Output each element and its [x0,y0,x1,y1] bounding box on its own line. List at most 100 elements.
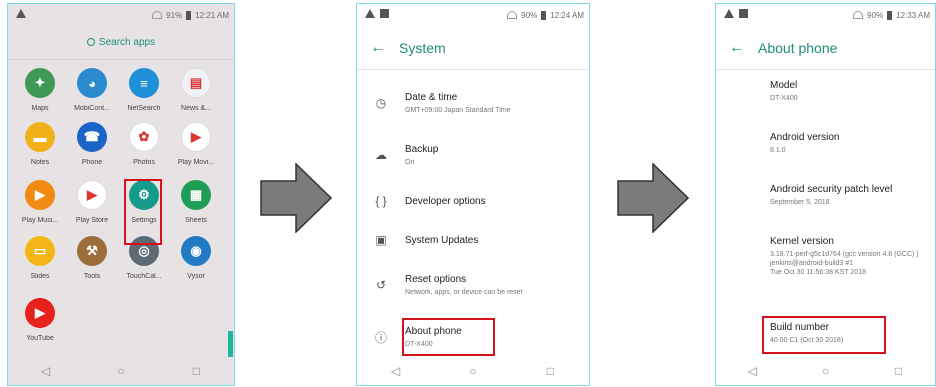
row-title: Date & time [405,91,458,103]
battery-percent: 90% [867,10,884,20]
notes-icon: ▬ [25,122,55,152]
nav-recents-button[interactable]: □ [888,364,910,378]
item-title: Model [770,80,798,91]
item-value: 3.18.71-perf-g5c1d764 (gcc version 4.8 (… [770,251,919,276]
app-mobicontrol[interactable]: ◕ MobiCont... [66,68,118,112]
nav-home-button[interactable]: ○ [462,364,484,378]
row-text: Backup On [405,144,589,167]
page-title: About phone [758,39,838,56]
item-value: 8.1.0 [770,147,786,154]
app-slides[interactable]: ▭ Slides [14,236,66,280]
app-label: Notes [30,159,50,166]
about-phone-highlight-box [402,318,495,356]
app-label: Play Store [75,217,109,224]
clock-time: 12:33 AM [896,10,930,20]
about-item-android-version[interactable]: Android version 8.1.0 [770,132,929,155]
clock-icon: ◷ [375,96,387,110]
app-vysor[interactable]: ◉ Vysor [170,236,222,280]
app-photos[interactable]: ✿ Photos [118,122,170,166]
row-subtitle: Network, apps, or device can be reset [405,288,523,296]
app-netsearch[interactable]: ≡ NetSearch [118,68,170,112]
app-play-music[interactable]: ▶ Play Musi... [14,180,66,224]
back-arrow-icon[interactable]: ← [716,39,758,57]
settings-row-backup[interactable]: ☁ Backup On [357,136,589,174]
row-title: Reset options [405,273,467,285]
settings-row-system-updates[interactable]: ▣ System Updates [357,226,589,254]
about-item-model[interactable]: Model DT-X400 [770,80,929,103]
app-notes[interactable]: ▬ Notes [14,122,66,166]
app-label: MobiCont... [74,105,110,112]
app-label: Play Movi... [177,159,215,166]
app-youtube[interactable]: ▶ YouTube [14,298,66,342]
arrow-right-icon [260,163,332,233]
wifi-icon [853,11,864,19]
cloud-upload-icon: ☁ [375,148,387,162]
search-icon [86,38,95,46]
about-phone-screen: 90% 12:33 AM ← About phone Model DT-X400 A… [715,3,936,386]
battery-icon [887,10,893,20]
nav-recents-button[interactable]: □ [185,364,207,378]
battery-percent: 91% [166,10,183,20]
play-movies-icon: ▶ [181,122,211,152]
nav-back-button[interactable]: ◁ [35,364,57,378]
app-label: Play Musi... [21,217,59,224]
settings-row-date-time[interactable]: ◷ Date & time GMT+09:00 Japan Standard Tim… [357,84,589,122]
row-title: Developer options [405,195,486,207]
app-label: Phone [81,159,103,166]
app-sheets[interactable]: ▦ Sheets [170,180,222,224]
nav-back-button[interactable]: ◁ [742,364,764,378]
search-apps-bar[interactable]: Search apps [8,26,234,60]
youtube-icon: ▶ [25,298,55,328]
app-label: Vysor [187,273,205,280]
about-item-kernel-version[interactable]: Kernel version 3.18.71-perf-g5c1d764 (gcc… [770,236,929,277]
battery-icon [541,10,547,20]
system-settings-screen: 90% 12:24 AM ← System ◷ Date & time GMT+09… [356,3,590,386]
app-tools[interactable]: ⚒ Tools [66,236,118,280]
reset-icon: ↺ [375,278,387,292]
app-phone[interactable]: ☎ Phone [66,122,118,166]
nav-home-button[interactable]: ○ [815,364,837,378]
tools-icon: ⚒ [77,236,107,266]
row-title: System Updates [405,234,479,246]
settings-row-developer-options[interactable]: { } Developer options [357,187,589,215]
system-update-icon: ▣ [375,233,387,247]
photos-icon: ✿ [129,122,159,152]
clock-time: 12:24 AM [550,10,584,20]
item-title: Android version [770,132,840,143]
app-play-movies[interactable]: ▶ Play Movi... [170,122,222,166]
play-music-icon: ▶ [25,180,55,210]
row-text: Date & time GMT+09:00 Japan Standard Time [405,92,589,115]
about-item-android-security-patch-level[interactable]: Android security patch level September 5,… [770,184,929,207]
nav-back-button[interactable]: ◁ [385,364,407,378]
row-subtitle: GMT+09:00 Japan Standard Time [405,106,511,114]
item-value: DT-X400 [770,95,798,102]
battery-icon [186,10,192,20]
vysor-icon: ◉ [181,236,211,266]
settings-row-reset-options[interactable]: ↺ Reset options Network, apps, or device c… [357,266,589,304]
app-news[interactable]: ▤ News &... [170,68,222,112]
app-label: Tools [83,273,101,280]
app-maps[interactable]: ✦ Maps [14,68,66,112]
notification-icon [739,9,748,18]
page-title: System [399,39,446,56]
search-apps-label: Search apps [98,37,156,48]
app-drawer-screen: 91% 12:21 AM Search apps ✦ Maps ◕ MobiCont.… [7,3,235,386]
wifi-icon [507,11,518,19]
app-label: Maps [31,105,49,112]
wifi-icon [152,11,163,19]
nav-home-button[interactable]: ○ [110,364,132,378]
app-label: Slides [30,273,50,280]
maps-icon: ✦ [25,68,55,98]
back-arrow-icon[interactable]: ← [357,39,399,57]
app-play-store[interactable]: ▶ Play Store [66,180,118,224]
nav-recents-button[interactable]: □ [539,364,561,378]
arrow-right-icon [617,163,689,233]
row-title: Backup [405,143,439,155]
battery-percent: 90% [521,10,538,20]
warning-icon [16,9,26,18]
nav-bar: ◁ ○ □ [8,357,234,385]
nav-bar: ◁ ○ □ [716,357,935,385]
mobicontrol-icon: ◕ [77,68,107,98]
build-number-highlight-box [762,316,886,354]
code-braces-icon: { } [375,194,387,208]
